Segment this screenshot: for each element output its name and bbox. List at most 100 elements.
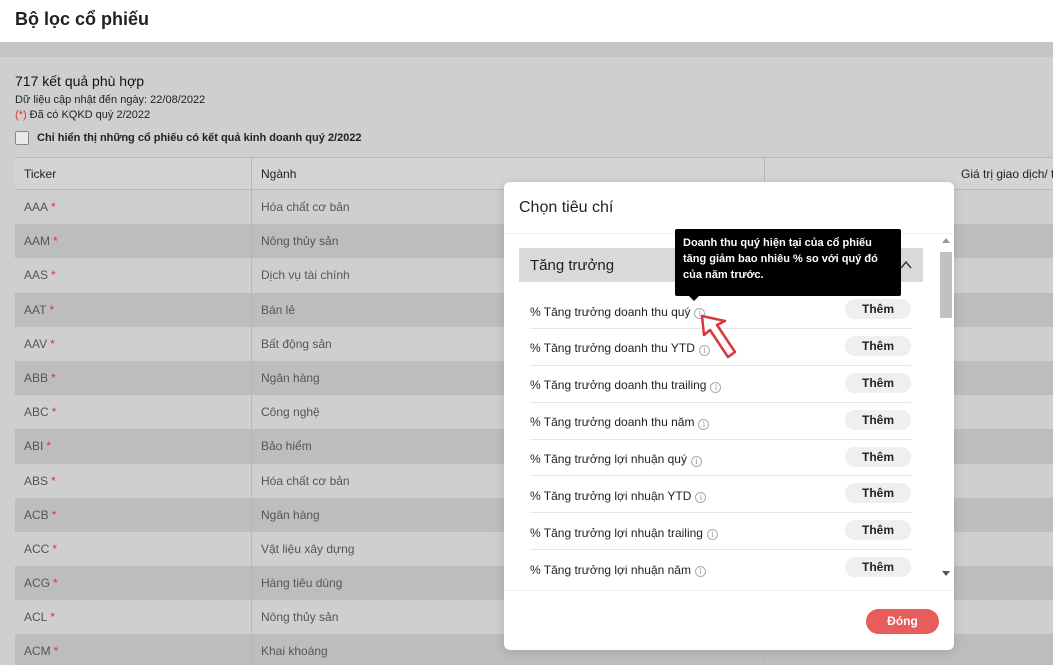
arrow-pointer-icon — [700, 314, 737, 359]
column-header-ticker[interactable]: Ticker — [24, 167, 56, 181]
close-button[interactable]: Đóng — [866, 609, 939, 634]
modal-divider-bottom — [504, 590, 954, 591]
ticker-cell[interactable]: ACC * — [24, 542, 57, 556]
ticker-cell[interactable]: AAV * — [24, 337, 55, 351]
scroll-thumb[interactable] — [940, 252, 952, 318]
ticker-symbol: AAA — [24, 200, 49, 214]
add-criteria-button[interactable]: Thêm — [845, 483, 911, 504]
criteria-item: % Tăng trưởng lợi nhuận quý i Thêm — [530, 440, 911, 477]
criteria-item: % Tăng trưởng lợi nhuận năm i Thêm — [530, 550, 911, 578]
ticker-symbol: AAT — [24, 302, 47, 317]
add-criteria-button[interactable]: Thêm — [845, 372, 911, 393]
ticker-symbol: ACC — [24, 541, 50, 556]
ticker-cell[interactable]: AAS * — [24, 268, 56, 282]
result-count: 717 kết quả phù hợp — [15, 73, 145, 89]
add-criteria-button[interactable]: Thêm — [845, 520, 911, 541]
filter-checkbox[interactable] — [15, 131, 29, 145]
criteria-label: % Tăng trưởng doanh thu quý — [530, 304, 691, 319]
ticker-cell[interactable]: AAA * — [24, 200, 56, 214]
info-icon[interactable]: i — [690, 455, 702, 467]
note-text: Đã có KQKD quý 2/2022 — [26, 109, 151, 121]
info-icon[interactable]: i — [695, 492, 707, 504]
ticker-cell[interactable]: ABC * — [24, 405, 56, 419]
ticker-cell[interactable]: ABB * — [24, 371, 56, 385]
criteria-item: % Tăng trưởng doanh thu năm i Thêm — [530, 403, 911, 440]
sector-cell: Nông thủy sản — [261, 610, 339, 625]
update-date: Dữ liệu cập nhật đến ngày: 22/08/2022 — [15, 94, 206, 106]
scroll-down-icon[interactable] — [942, 571, 950, 576]
criteria-label-wrap: % Tăng trưởng doanh thu trailing i — [530, 378, 722, 393]
ticker-star: * — [53, 234, 58, 249]
sector-cell: Bất động sản — [261, 336, 332, 351]
scroll-up-icon[interactable] — [942, 238, 950, 243]
column-header-value[interactable]: Giá trị giao dịch/ t — [961, 167, 1053, 181]
column-header-sector[interactable]: Ngành — [261, 167, 296, 181]
criteria-label: % Tăng trưởng lợi nhuận YTD — [530, 488, 692, 503]
criteria-label-wrap: % Tăng trưởng lợi nhuận năm i — [530, 562, 706, 578]
result-note: (*) Đã có KQKD quý 2/2022 — [15, 109, 150, 121]
ticker-cell[interactable]: ACM * — [24, 644, 58, 658]
criteria-label: % Tăng trưởng doanh thu trailing — [530, 378, 707, 393]
criteria-label-wrap: % Tăng trưởng lợi nhuận YTD i — [530, 488, 707, 504]
page-title: Bộ lọc cổ phiếu — [15, 9, 150, 29]
ticker-symbol: ACB — [24, 507, 49, 522]
note-star: (*) — [15, 109, 27, 121]
ticker-star: * — [52, 541, 58, 556]
criteria-label-wrap: % Tăng trưởng doanh thu năm i — [530, 415, 710, 430]
ticker-cell[interactable]: AAT * — [24, 303, 54, 317]
ticker-symbol: ABB — [24, 370, 49, 385]
criteria-label-wrap: % Tăng trưởng doanh thu YTD i — [530, 341, 710, 356]
sector-cell: Nông thủy sản — [261, 234, 339, 249]
info-icon[interactable]: i — [706, 529, 718, 541]
filter-row[interactable]: Chỉ hiển thị những cổ phiếu có kết quả k… — [15, 130, 362, 146]
criteria-item: % Tăng trưởng lợi nhuận trailing i Thêm — [530, 513, 911, 551]
ticker-star: * — [46, 439, 52, 454]
sector-cell: Hàng tiêu dùng — [261, 576, 343, 591]
ticker-star: * — [50, 336, 55, 351]
ticker-cell[interactable]: ACG * — [24, 576, 58, 590]
ticker-symbol: ABI — [24, 439, 44, 454]
ticker-symbol: ABS — [24, 473, 49, 488]
modal-title: Chọn tiêu chí — [519, 199, 614, 216]
modal-scrollbar[interactable] — [940, 238, 952, 578]
info-icon[interactable]: i — [710, 381, 722, 393]
criteria-label: % Tăng trưởng doanh thu YTD — [530, 341, 695, 356]
ticker-symbol: ABC — [24, 405, 49, 420]
ticker-symbol: ACL — [24, 610, 48, 625]
ticker-star: * — [49, 302, 55, 317]
ticker-symbol: AAS — [24, 268, 49, 283]
ticker-symbol: AAM — [24, 234, 51, 249]
ticker-star: * — [51, 473, 56, 488]
ticker-star: * — [51, 200, 56, 214]
ticker-cell[interactable]: ACL * — [24, 610, 55, 624]
ticker-symbol: ACG — [24, 576, 51, 591]
ticker-star: * — [51, 370, 56, 385]
sector-cell: Hóa chất cơ bản — [261, 473, 350, 488]
info-icon[interactable]: i — [694, 566, 706, 578]
ticker-star: * — [50, 610, 56, 625]
criteria-tooltip: Doanh thu quý hiện tại của cổ phiếu tăng… — [675, 229, 901, 296]
criteria-label: % Tăng trưởng doanh thu năm — [530, 415, 695, 430]
criteria-label-wrap: % Tăng trưởng lợi nhuận trailing i — [530, 525, 718, 541]
criteria-item: % Tăng trưởng doanh thu trailing i Thêm — [530, 366, 911, 403]
add-criteria-button[interactable]: Thêm — [845, 557, 911, 578]
add-criteria-button[interactable]: Thêm — [845, 335, 911, 356]
criteria-label: % Tăng trưởng lợi nhuận năm — [530, 562, 691, 577]
chevron-up-icon[interactable] — [899, 258, 913, 272]
ticker-symbol: AAV — [24, 336, 48, 351]
ticker-cell[interactable]: ABS * — [24, 474, 56, 488]
filter-label: Chỉ hiển thị những cổ phiếu có kết quả k… — [37, 132, 362, 144]
criteria-item: % Tăng trưởng lợi nhuận YTD i Thêm — [530, 476, 911, 514]
sector-cell: Ngân hàng — [261, 507, 320, 522]
add-criteria-button[interactable]: Thêm — [845, 446, 911, 467]
sector-cell: Khai khoáng — [261, 644, 328, 659]
add-criteria-button[interactable]: Thêm — [845, 409, 911, 430]
info-icon[interactable]: i — [698, 418, 710, 430]
ticker-cell[interactable]: ABI * — [24, 439, 51, 453]
ticker-star: * — [51, 507, 57, 522]
ticker-symbol: ACM — [24, 644, 51, 659]
ticker-cell[interactable]: ACB * — [24, 508, 56, 522]
ticker-cell[interactable]: AAM * — [24, 234, 58, 248]
section-title: Tăng trưởng — [530, 257, 615, 274]
add-criteria-button[interactable]: Thêm — [845, 299, 911, 319]
